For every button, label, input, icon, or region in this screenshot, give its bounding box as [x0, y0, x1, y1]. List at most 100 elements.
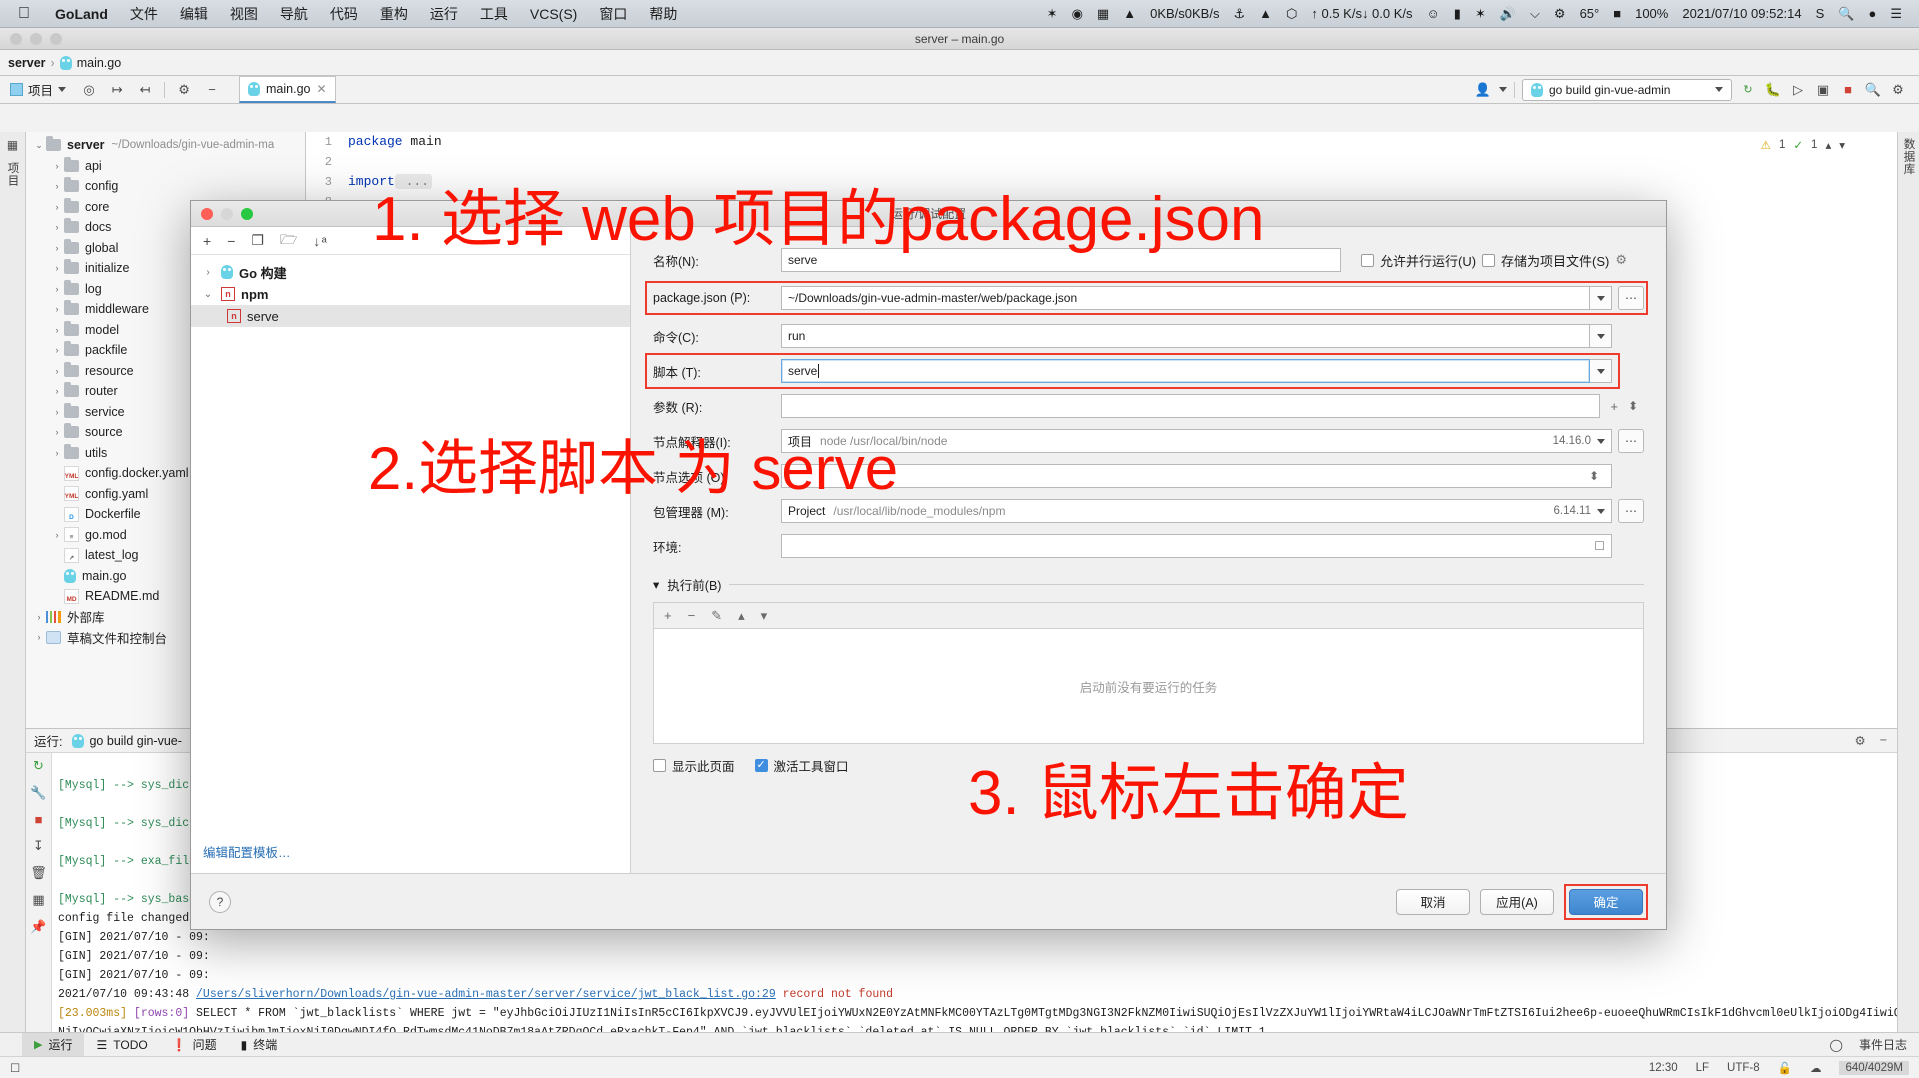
user-icon[interactable]: 👤 [1474, 81, 1492, 99]
copy-icon[interactable]: ❐ [251, 232, 264, 249]
search-icon[interactable]: 🔍 [1864, 81, 1882, 99]
trash-icon[interactable]: 🗑 [30, 865, 47, 881]
menu-item-code[interactable]: 代码 [319, 4, 369, 24]
maximize-window-button[interactable] [50, 33, 62, 45]
menu-item-edit[interactable]: 编辑 [169, 4, 219, 24]
remove-icon[interactable]: − [227, 233, 235, 249]
package-json-input[interactable]: ~/Downloads/gin-vue-admin-master/web/pac… [781, 286, 1590, 310]
chevron-down-icon[interactable]: ⌄ [201, 289, 215, 300]
project-tool-button[interactable]: 项目 [6, 78, 70, 101]
config-tree-node-go-build[interactable]: › Go 构建 [191, 261, 630, 283]
show-this-page-checkbox[interactable]: 显示此页面 [653, 756, 735, 775]
add-icon[interactable]: + [1606, 399, 1622, 414]
apply-button[interactable]: 应用(A) [1480, 889, 1554, 915]
menu-item-vcs[interactable]: VCS(S) [519, 6, 588, 22]
dialog-maximize-button[interactable] [241, 208, 253, 220]
add-icon[interactable]: + [203, 233, 211, 249]
run-window-config[interactable]: go build gin-vue- [72, 734, 181, 748]
node-interpreter-browse-button[interactable]: ⋯ [1618, 429, 1644, 453]
run-configuration-selector[interactable]: go build gin-vue-admin [1522, 79, 1732, 101]
sidebar-item-project[interactable]: 项目 [5, 162, 21, 187]
traffic-speed-indicator[interactable]: ↑ 0.5 K/s ↓ 0.0 K/s [1304, 9, 1419, 19]
expand-icon[interactable]: ⬍ [1589, 469, 1605, 483]
memory-indicator[interactable]: 640/4029M [1839, 1061, 1909, 1075]
dialog-minimize-button[interactable] [221, 208, 233, 220]
clipboard-icon[interactable]: ▦ [1090, 6, 1116, 22]
move-up-icon[interactable]: ▴ [738, 608, 745, 624]
stop-icon[interactable]: ■ [35, 812, 43, 827]
unlock-icon[interactable]: 🔓 [1778, 1061, 1792, 1075]
allow-parallel-run-checkbox[interactable]: 允许并行运行(U) [1361, 251, 1476, 270]
environment-input[interactable]: ☐ [781, 534, 1612, 558]
remove-icon[interactable]: − [688, 608, 696, 623]
chevron-right-icon[interactable]: › [50, 284, 64, 294]
command-dropdown-arrow[interactable] [1590, 324, 1612, 348]
stop-icon[interactable]: ■ [1839, 81, 1857, 99]
package-json-browse-button[interactable]: ⋯ [1618, 286, 1644, 310]
debug-icon[interactable]: 🐛 [1764, 81, 1782, 99]
ok-button[interactable]: 确定 [1569, 889, 1643, 915]
editor-tab-main-go[interactable]: main.go ✕ [239, 76, 336, 103]
menu-item-window[interactable]: 窗口 [588, 4, 638, 24]
window-traffic-lights[interactable] [10, 33, 62, 45]
chevron-right-icon[interactable]: › [50, 407, 64, 417]
docker-icon[interactable]: ⚓ [1226, 6, 1252, 22]
activate-tool-window-checkbox[interactable]: 激活工具窗口 [755, 756, 849, 775]
chevron-right-icon[interactable]: › [201, 267, 215, 278]
close-icon[interactable]: ✕ [317, 82, 327, 96]
expand-icon[interactable]: ⬍ [1628, 399, 1644, 413]
menu-app-name[interactable]: GoLand [44, 6, 119, 22]
chevron-right-icon[interactable]: › [50, 222, 64, 232]
edit-icon[interactable]: ✎ [711, 608, 722, 624]
script-input[interactable]: serve [781, 359, 1590, 383]
sort-icon[interactable]: ↓ ᵃ [313, 233, 326, 249]
add-icon[interactable]: + [664, 608, 672, 623]
chevron-right-icon[interactable]: › [50, 448, 64, 458]
inspection-widget[interactable]: ⚠ 1 ✓ 1 ▴ ▾ [1761, 138, 1845, 152]
chevron-down-icon[interactable] [1499, 87, 1507, 92]
chevron-right-icon[interactable]: › [32, 632, 46, 642]
expand-all-icon[interactable]: ↦ [108, 81, 126, 99]
menu-item-navigate[interactable]: 导航 [269, 4, 319, 24]
apple-icon[interactable]:  [0, 6, 44, 22]
menu-item-help[interactable]: 帮助 [638, 4, 688, 24]
profile-icon[interactable]: ▣ [1814, 81, 1832, 99]
chevron-right-icon[interactable]: › [50, 530, 64, 540]
node-interpreter-input[interactable]: 项目 node /usr/local/bin/node 14.16.0 [781, 429, 1612, 453]
chevron-right-icon[interactable]: › [50, 243, 64, 253]
settings-icon[interactable]: ⚙ [1889, 81, 1907, 99]
bluetooth-icon[interactable]: ✶ [1468, 6, 1493, 22]
chevron-down-icon[interactable] [1597, 439, 1605, 444]
fan-icon[interactable]: ⚙ [1547, 6, 1573, 22]
name-input[interactable]: serve [781, 248, 1341, 272]
rerun-icon[interactable]: ↻ [1739, 81, 1757, 99]
code-folded-import[interactable]: ... [395, 174, 432, 189]
chevron-right-icon[interactable]: › [50, 345, 64, 355]
package-manager-browse-button[interactable]: ⋯ [1618, 499, 1644, 523]
config-tree-node-npm[interactable]: ⌄ n npm [191, 283, 630, 305]
cat-icon[interactable]: ▲ [1116, 6, 1143, 21]
asterisk-icon[interactable]: ✶ [1040, 6, 1065, 22]
console-file-link[interactable]: /Users/sliverhorn/Downloads/gin-vue-admi… [196, 988, 776, 1001]
snipaste-icon[interactable]: S [1809, 6, 1832, 21]
settings-icon[interactable]: ⚙ [175, 81, 193, 99]
status-tab-todo[interactable]: ☰ TODO [84, 1033, 159, 1057]
locate-icon[interactable]: ◎ [80, 81, 98, 99]
chevron-right-icon[interactable]: › [50, 161, 64, 171]
print-icon[interactable]: ▦ [32, 892, 44, 908]
hide-icon[interactable]: − [1880, 733, 1887, 748]
status-tab-terminal[interactable]: ▮ 终端 [229, 1033, 290, 1057]
cancel-button[interactable]: 取消 [1396, 889, 1470, 915]
dropbox-icon[interactable]: ▲ [1252, 6, 1279, 21]
line-separator[interactable]: LF [1696, 1062, 1709, 1074]
control-center-icon[interactable]: ☰ [1883, 6, 1909, 22]
chevron-down-icon[interactable] [1597, 509, 1605, 514]
grid-icon[interactable]: ▦ [7, 138, 18, 152]
event-log-label[interactable]: 事件日志 [1859, 1036, 1907, 1053]
volume-icon[interactable]: 🔊 [1493, 6, 1523, 22]
package-json-dropdown-arrow[interactable] [1590, 286, 1612, 310]
menu-item-file[interactable]: 文件 [119, 4, 169, 24]
scroll-to-end-icon[interactable]: ↧ [33, 838, 44, 854]
collapse-all-icon[interactable]: ↤ [136, 81, 154, 99]
wifi-icon[interactable]: ⌵ [1523, 6, 1547, 22]
